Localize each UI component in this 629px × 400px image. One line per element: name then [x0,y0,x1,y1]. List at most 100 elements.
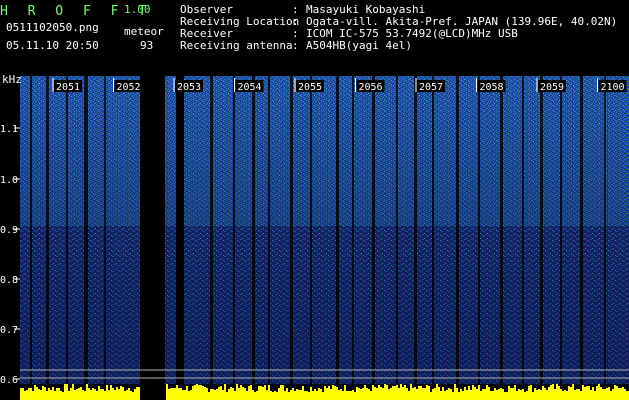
level-bar [96,391,98,400]
level-bar [546,390,548,400]
level-bar [474,387,476,400]
level-bar [194,385,196,400]
level-bar [274,391,276,400]
level-bar [326,388,328,400]
level-bar [200,385,202,400]
level-bar [378,385,380,400]
x-tick-label: 2056 [359,82,383,93]
level-bar [412,388,414,400]
level-bar [486,385,488,400]
dark-stripe [336,76,339,384]
level-bar [260,386,262,400]
level-bar [220,386,222,400]
level-bar [30,388,32,400]
level-bar [490,391,492,400]
dark-stripe [396,76,398,384]
signal-level-bars [20,384,629,400]
level-bar [52,387,54,400]
level-bar [528,386,530,400]
level-bar [204,387,206,400]
level-bar [64,384,66,400]
app-version: 1.00 [124,3,151,16]
level-bar [264,385,266,400]
level-bar [36,387,38,400]
level-bar [178,388,180,400]
level-bar [114,390,116,400]
level-bar [608,387,610,400]
level-bar [26,390,28,400]
level-bar [496,390,498,400]
x-tick-label: 2058 [480,82,504,93]
y-tick-label: 0.7 [0,325,18,336]
level-bar [328,386,330,400]
level-bar [292,388,294,400]
level-bar [24,391,26,400]
level-bar [210,389,212,400]
y-tick-label: 0.6 [0,375,18,386]
level-bar [596,386,598,400]
level-bar [174,388,176,400]
level-bar [590,390,592,400]
x-tick-label: 2052 [117,82,141,93]
level-bar [550,385,552,400]
level-bar [460,389,462,400]
level-bar [404,385,406,400]
level-bar [502,389,504,400]
level-bar [290,390,292,400]
x-tick-label: 2100 [601,82,625,93]
level-bar [340,389,342,400]
level-bar [556,384,558,400]
level-bar [396,385,398,400]
level-bar [236,384,238,400]
y-tick-label: 1.1 [0,124,18,135]
level-bar [480,391,482,400]
level-bar [190,390,192,400]
level-bar [380,387,382,400]
level-bar [206,388,208,400]
level-bar [130,391,132,400]
level-bar [126,390,128,400]
level-bar [280,385,282,400]
level-bar [72,384,74,400]
level-bar [592,387,594,400]
level-bar [344,385,346,400]
level-bar [500,388,502,400]
level-bar [498,389,500,400]
level-bar [68,391,70,400]
level-bar [40,390,42,400]
level-bar [294,391,296,400]
level-bar [456,388,458,400]
level-bar [270,391,272,400]
level-bar [302,386,304,400]
level-bar [464,387,466,400]
level-bar [348,391,350,400]
level-bar [332,385,334,400]
level-bar [184,390,186,400]
level-bar [318,388,320,400]
level-bar [254,392,256,400]
level-bar [78,388,80,400]
level-bar [560,389,562,400]
dark-stripe [252,76,255,384]
level-bar [308,392,310,400]
level-bar [176,385,178,400]
level-bar [466,390,468,400]
level-bar [564,390,566,400]
level-bar [312,391,314,400]
level-bar [514,385,516,400]
count-value: 93 [140,39,154,52]
level-bar [186,386,188,400]
y-axis-title: kHz [2,73,22,86]
level-bar [450,389,452,400]
level-bar [122,387,124,400]
level-bar [614,385,616,400]
level-bar [522,389,524,400]
level-bar [228,389,230,400]
level-bar [462,391,464,400]
level-bar [582,385,584,400]
level-bar [356,387,358,400]
level-bar [372,385,374,400]
dark-stripe [500,76,503,384]
level-bar [84,391,86,400]
level-bar [548,387,550,400]
